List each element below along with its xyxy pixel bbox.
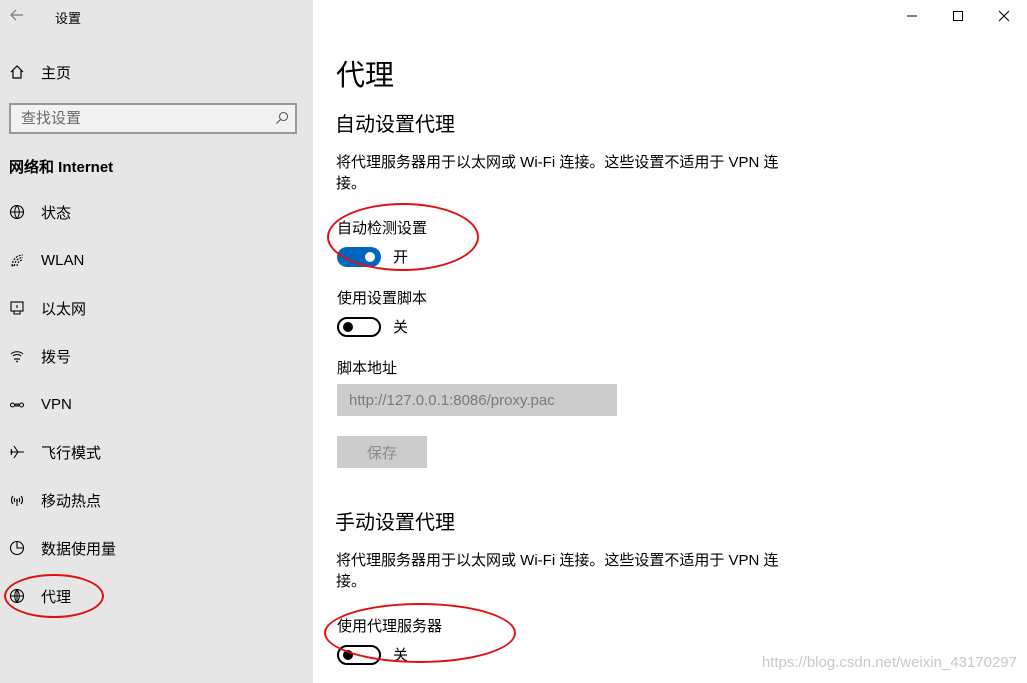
settings-window: 设置 主页 网络和 Internet 状态 <box>0 0 1027 683</box>
sidebar-item-label: 移动热点 <box>41 492 102 510</box>
wifi-icon <box>0 252 34 268</box>
setup-script-toggle[interactable] <box>337 316 381 337</box>
main-content: 代理 自动设置代理 将代理服务器用于以太网或 Wi-Fi 连接。这些设置不适用于… <box>313 0 1027 683</box>
ethernet-icon <box>0 300 34 316</box>
auto-detect-toggle[interactable] <box>337 246 381 267</box>
sidebar-item-label: 状态 <box>41 204 72 222</box>
page-title: 代理 <box>336 60 395 92</box>
search-input[interactable] <box>11 110 261 127</box>
use-proxy-toggle-row: 关 <box>337 644 408 665</box>
vpn-icon <box>0 396 34 412</box>
sidebar-item-label: 数据使用量 <box>41 540 117 558</box>
save-button[interactable]: 保存 <box>337 436 427 468</box>
script-address-input[interactable] <box>337 384 617 416</box>
sidebar-item-vpn[interactable]: VPN <box>0 380 313 428</box>
use-proxy-label: 使用代理服务器 <box>337 618 443 635</box>
globe-status-icon <box>0 204 34 220</box>
use-proxy-state: 关 <box>393 647 409 664</box>
sidebar-item-label: 拨号 <box>41 348 72 366</box>
home-icon <box>0 64 34 80</box>
data-usage-icon <box>0 540 34 556</box>
toggle-knob <box>343 649 353 660</box>
setup-script-label: 使用设置脚本 <box>337 290 428 307</box>
nav-list: 状态 WLAN 以太网 拨号 VPN 飞行模式 移动热点 数据使用量 代理 <box>0 188 313 620</box>
app-title: 设置 <box>55 11 82 26</box>
hotspot-icon <box>0 492 34 508</box>
auto-detect-label: 自动检测设置 <box>337 220 428 237</box>
toggle-knob <box>343 321 353 332</box>
auto-proxy-heading: 自动设置代理 <box>335 114 455 136</box>
use-proxy-toggle[interactable] <box>337 644 381 665</box>
search-icon[interactable] <box>275 111 289 130</box>
globe-icon <box>0 588 34 604</box>
sidebar-item-label: 以太网 <box>41 300 87 318</box>
sidebar-item-proxy[interactable]: 代理 <box>0 572 313 620</box>
sidebar: 设置 主页 网络和 Internet 状态 <box>0 0 313 683</box>
home-nav-item[interactable]: 主页 <box>0 55 313 89</box>
watermark: https://blog.csdn.net/weixin_43170297 <box>761 654 1017 671</box>
back-arrow-icon <box>10 9 23 21</box>
dialup-icon <box>0 348 34 364</box>
sidebar-item-label: 代理 <box>41 588 72 606</box>
toggle-knob <box>365 251 375 262</box>
title-bar: 设置 <box>0 0 313 32</box>
home-label: 主页 <box>41 64 72 82</box>
sidebar-item-wlan[interactable]: WLAN <box>0 236 313 284</box>
sidebar-item-label: WLAN <box>41 251 85 269</box>
setup-script-toggle-row: 关 <box>337 316 408 337</box>
script-address-label: 脚本地址 <box>337 360 398 377</box>
airplane-icon <box>0 444 34 460</box>
search-box[interactable] <box>9 103 297 134</box>
sidebar-item-status[interactable]: 状态 <box>0 188 313 236</box>
manual-proxy-heading: 手动设置代理 <box>335 512 455 534</box>
auto-proxy-description: 将代理服务器用于以太网或 Wi-Fi 连接。这些设置不适用于 VPN 连接。 <box>336 154 779 192</box>
setup-script-state: 关 <box>393 319 409 336</box>
manual-proxy-description: 将代理服务器用于以太网或 Wi-Fi 连接。这些设置不适用于 VPN 连接。 <box>336 552 779 590</box>
sidebar-item-data-usage[interactable]: 数据使用量 <box>0 524 313 572</box>
sidebar-item-hotspot[interactable]: 移动热点 <box>0 476 313 524</box>
auto-detect-state: 开 <box>393 249 409 266</box>
sidebar-item-dialup[interactable]: 拨号 <box>0 332 313 380</box>
auto-detect-toggle-row: 开 <box>337 246 408 267</box>
section-title: 网络和 Internet <box>9 159 114 176</box>
back-button[interactable] <box>6 4 28 26</box>
sidebar-item-label: 飞行模式 <box>41 444 102 462</box>
sidebar-item-label: VPN <box>41 395 72 413</box>
sidebar-item-ethernet[interactable]: 以太网 <box>0 284 313 332</box>
sidebar-item-airplane[interactable]: 飞行模式 <box>0 428 313 476</box>
